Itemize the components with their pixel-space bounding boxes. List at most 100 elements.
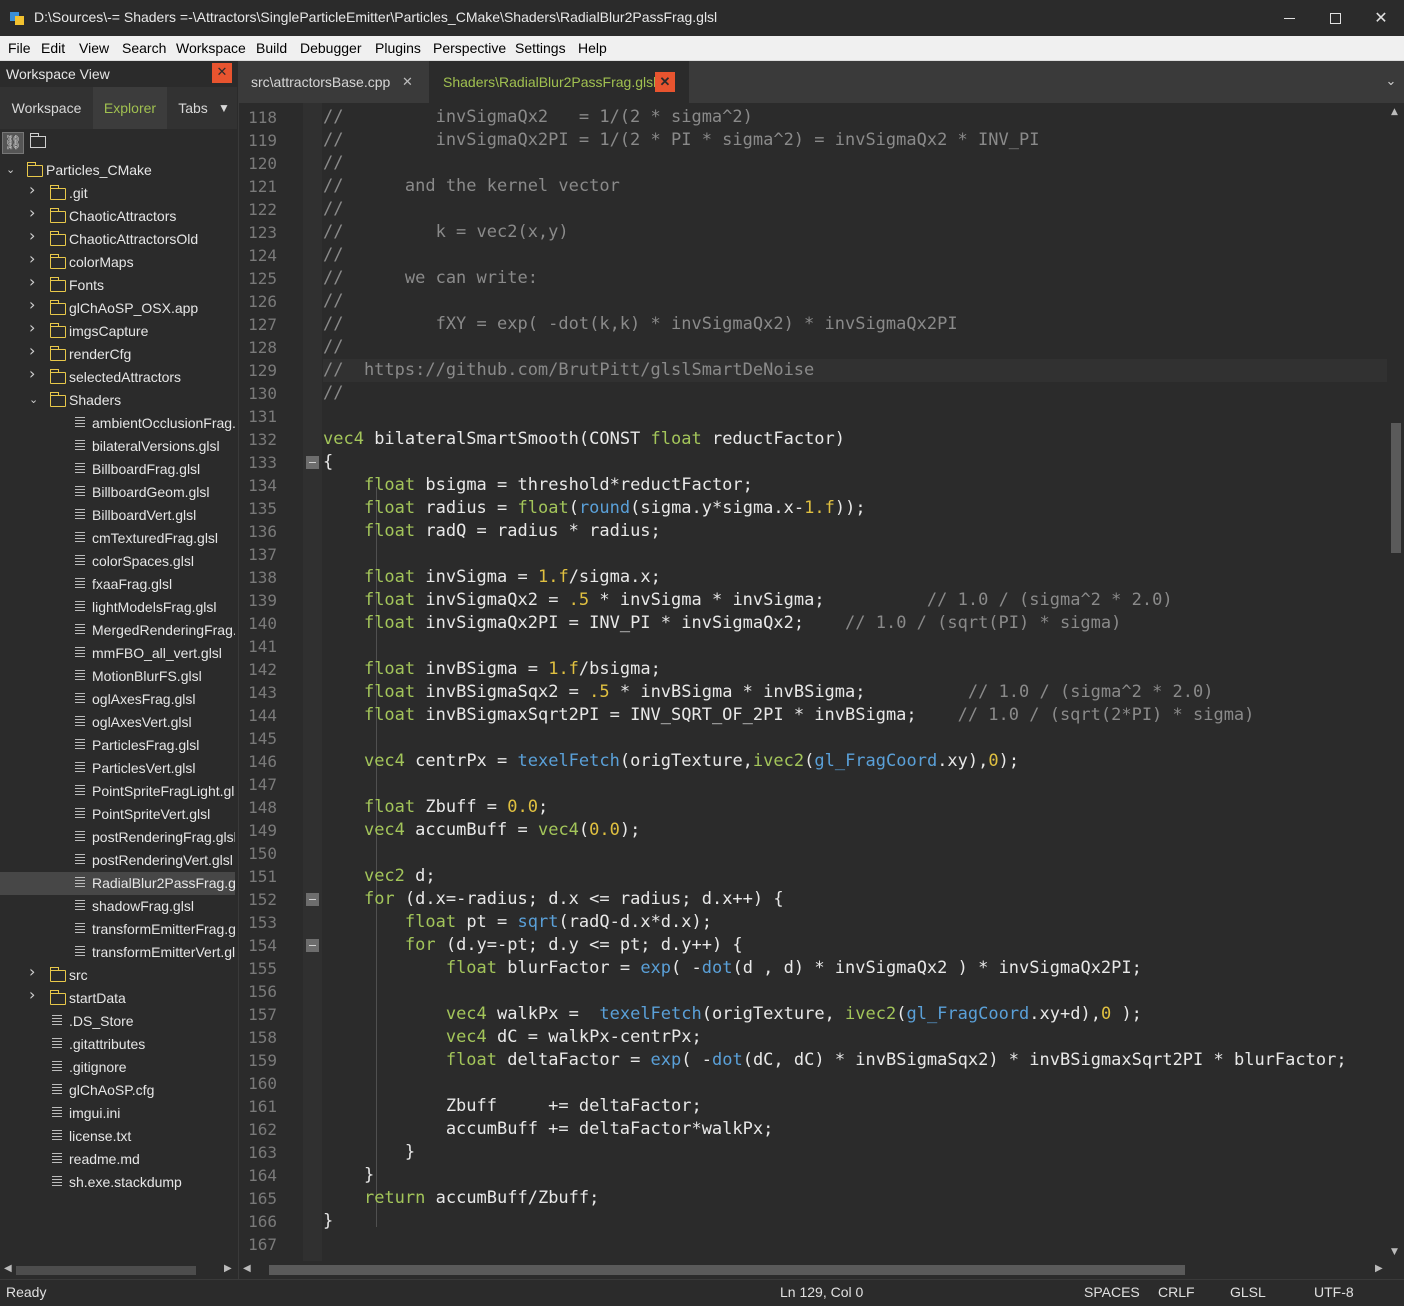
scroll-down-icon[interactable]: ▼ [1391, 1247, 1398, 1257]
fold-collapse-icon[interactable] [306, 893, 319, 906]
code-line[interactable]: return accumBuff/Zbuff; [323, 1187, 1387, 1210]
line-ending[interactable]: CRLF [1158, 1284, 1195, 1300]
tab-tabs[interactable]: Tabs [167, 87, 219, 129]
language-mode[interactable]: GLSL [1230, 1284, 1266, 1300]
tree-file[interactable]: glChAoSP.cfg [0, 1079, 235, 1102]
code-line[interactable]: Zbuff += deltaFactor; [323, 1095, 1387, 1118]
chevron-right-icon[interactable]: › [29, 297, 41, 313]
code-line[interactable]: vec4 walkPx = texelFetch(origTexture, iv… [323, 1003, 1387, 1026]
tree-folder[interactable]: › src [0, 964, 235, 987]
code-line[interactable]: // k = vec2(x,y) [323, 221, 1387, 244]
tree-file[interactable]: ambientOcclusionFrag.glsl [0, 412, 235, 435]
code-line[interactable]: float invBSigmaxSqrt2PI = INV_SQRT_OF_2P… [323, 704, 1387, 727]
code-line[interactable]: float invSigmaQx2PI = INV_PI * invSigmaQ… [323, 612, 1387, 635]
tree-folder[interactable]: ⌄ Shaders [0, 389, 235, 412]
tree-file[interactable]: postRenderingFrag.glsl [0, 826, 235, 849]
tree-file[interactable]: lightModelsFrag.glsl [0, 596, 235, 619]
tree-folder[interactable]: › colorMaps [0, 251, 235, 274]
tree-file[interactable]: ParticlesFrag.glsl [0, 734, 235, 757]
scrollbar-thumb[interactable] [16, 1266, 196, 1275]
tree-folder[interactable]: › selectedAttractors [0, 366, 235, 389]
code-line[interactable]: float invSigmaQx2 = .5 * invSigma * invS… [323, 589, 1387, 612]
tree-file[interactable]: MotionBlurFS.glsl [0, 665, 235, 688]
menu-build[interactable]: Build [256, 40, 287, 56]
tabs-chevron-down-icon[interactable]: ▼ [214, 87, 234, 129]
code-line[interactable]: // invSigmaQx2 = 1/(2 * sigma^2) [323, 106, 1387, 129]
code-line[interactable]: float invBSigma = 1.f/bsigma; [323, 658, 1387, 681]
code-line[interactable] [323, 773, 1387, 796]
code-line[interactable]: } [323, 1164, 1387, 1187]
code-line[interactable]: vec2 d; [323, 865, 1387, 888]
code-line[interactable]: float pt = sqrt(radQ-d.x*d.x); [323, 911, 1387, 934]
code-line[interactable]: // [323, 244, 1387, 267]
code-line[interactable]: for (d.x=-radius; d.x <= radius; d.x++) … [323, 888, 1387, 911]
tree-file[interactable]: shadowFrag.glsl [0, 895, 235, 918]
tree-file[interactable]: transformEmitterFrag.glsl [0, 918, 235, 941]
link-editor-icon[interactable]: ⛓ [2, 132, 24, 154]
tree-file[interactable]: .gitignore [0, 1056, 235, 1079]
scroll-up-icon[interactable]: ▲ [1391, 107, 1398, 117]
menu-help[interactable]: Help [578, 40, 607, 56]
code-line[interactable]: // invSigmaQx2PI = 1/(2 * PI * sigma^2) … [323, 129, 1387, 152]
code-line[interactable] [323, 727, 1387, 750]
scroll-right-icon[interactable]: ▶ [1375, 1263, 1383, 1274]
tree-folder[interactable]: › imgsCapture [0, 320, 235, 343]
chevron-right-icon[interactable]: › [29, 205, 41, 221]
code-line[interactable]: vec4 dC = walkPx-centrPx; [323, 1026, 1387, 1049]
code-line[interactable]: // we can write: [323, 267, 1387, 290]
close-tab-icon[interactable]: ✕ [655, 72, 675, 92]
chevron-right-icon[interactable]: › [29, 343, 41, 359]
chevron-right-icon[interactable]: › [29, 987, 41, 1003]
tree-file[interactable]: transformEmitterVert.glsl [0, 941, 235, 964]
code-line[interactable]: vec4 centrPx = texelFetch(origTexture,iv… [323, 750, 1387, 773]
tree-folder[interactable]: › ChaoticAttractors [0, 205, 235, 228]
chevron-right-icon[interactable]: › [29, 251, 41, 267]
code-line[interactable]: float Zbuff = 0.0; [323, 796, 1387, 819]
tree-file[interactable]: BillboardVert.glsl [0, 504, 235, 527]
code-line[interactable] [323, 543, 1387, 566]
tree-file[interactable]: RadialBlur2PassFrag.glsl [0, 872, 235, 895]
tree-file[interactable]: sh.exe.stackdump [0, 1171, 235, 1194]
tree-file[interactable]: BillboardGeom.glsl [0, 481, 235, 504]
chevron-down-icon[interactable]: ⌄ [29, 394, 41, 406]
tree-folder[interactable]: › glChAoSP_OSX.app [0, 297, 235, 320]
fold-margin[interactable] [303, 103, 377, 1261]
chevron-right-icon[interactable]: › [29, 964, 41, 980]
code-line[interactable] [323, 1233, 1387, 1256]
editor-vertical-scrollbar[interactable]: ▲ ▼ [1387, 103, 1404, 1261]
tree-file[interactable]: MergedRenderingFrag.glsl [0, 619, 235, 642]
close-window-button[interactable]: ✕ [1358, 0, 1404, 36]
code-line[interactable]: float radius = float(round(sigma.y*sigma… [323, 497, 1387, 520]
menu-search[interactable]: Search [122, 40, 166, 56]
tree-file[interactable]: license.txt [0, 1125, 235, 1148]
code-line[interactable]: { [323, 451, 1387, 474]
tree-file[interactable]: .gitattributes [0, 1033, 235, 1056]
tree-file[interactable]: mmFBO_all_vert.glsl [0, 642, 235, 665]
tree-file[interactable]: bilateralVersions.glsl [0, 435, 235, 458]
tree-file[interactable]: ParticlesVert.glsl [0, 757, 235, 780]
code-line[interactable]: float bsigma = threshold*reductFactor; [323, 474, 1387, 497]
tree-folder[interactable]: › renderCfg [0, 343, 235, 366]
tree-file[interactable]: oglAxesVert.glsl [0, 711, 235, 734]
code-line[interactable]: float deltaFactor = exp( -dot(dC, dC) * … [323, 1049, 1387, 1072]
menu-perspective[interactable]: Perspective [433, 40, 506, 56]
scroll-right-icon[interactable]: ▶ [224, 1263, 232, 1274]
tree-file[interactable]: BillboardFrag.glsl [0, 458, 235, 481]
tree-file[interactable]: PointSpriteVert.glsl [0, 803, 235, 826]
code-line[interactable]: } [323, 1141, 1387, 1164]
tree-file[interactable]: oglAxesFrag.glsl [0, 688, 235, 711]
tree-file[interactable]: postRenderingVert.glsl [0, 849, 235, 872]
tab-explorer[interactable]: Explorer [93, 87, 167, 129]
fold-collapse-icon[interactable] [306, 939, 319, 952]
scrollbar-thumb[interactable] [1391, 423, 1401, 553]
editor-horizontal-scrollbar[interactable]: ◀ ▶ [239, 1261, 1387, 1279]
code-line[interactable]: float blurFactor = exp( -dot(d , d) * in… [323, 957, 1387, 980]
indent-mode[interactable]: SPACES [1084, 1284, 1140, 1300]
scroll-left-icon[interactable]: ◀ [243, 1263, 251, 1274]
menu-plugins[interactable]: Plugins [375, 40, 421, 56]
chevron-right-icon[interactable]: › [29, 274, 41, 290]
code-line[interactable]: float radQ = radius * radius; [323, 520, 1387, 543]
code-line[interactable]: // [323, 336, 1387, 359]
code-line[interactable]: float invSigma = 1.f/sigma.x; [323, 566, 1387, 589]
code-line[interactable]: accumBuff += deltaFactor*walkPx; [323, 1118, 1387, 1141]
